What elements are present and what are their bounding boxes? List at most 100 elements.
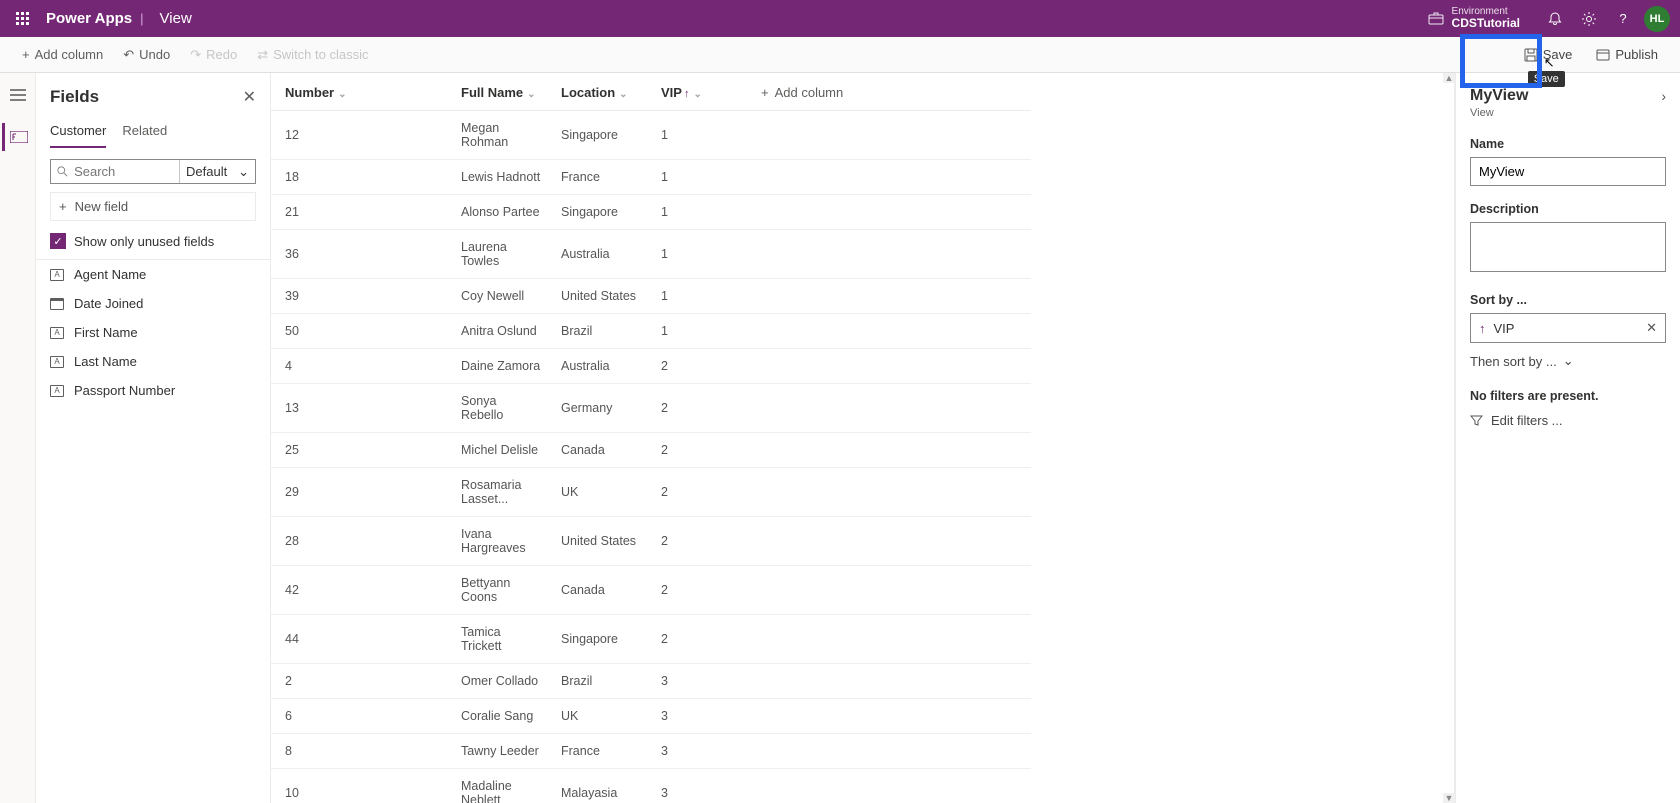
cell-empty [751, 314, 1031, 349]
tab-related[interactable]: Related [122, 119, 167, 148]
cell-number: 21 [271, 195, 451, 230]
app-launcher-button[interactable] [6, 3, 38, 35]
table-row[interactable]: 2Omer ColladoBrazil3 [271, 664, 1031, 699]
cell-number: 12 [271, 111, 451, 160]
cell-location: Brazil [551, 664, 651, 699]
cell-number: 25 [271, 433, 451, 468]
scroll-up-arrow[interactable]: ▲ [1443, 73, 1455, 83]
add-column-header-label: Add column [775, 85, 844, 100]
save-button[interactable]: Save ↖ Save [1512, 43, 1585, 66]
table-row[interactable]: 42Bettyann CoonsCanada2 [271, 566, 1031, 615]
show-unused-toggle[interactable]: ✓ Show only unused fields [36, 227, 270, 259]
description-input[interactable] [1470, 222, 1666, 272]
table-row[interactable]: 8Tawny LeederFrance3 [271, 734, 1031, 769]
column-header-vip[interactable]: VIP↑⌄ [651, 73, 751, 111]
table-row[interactable]: 4Daine ZamoraAustralia2 [271, 349, 1031, 384]
chevron-down-icon: ⌄ [619, 89, 627, 100]
table-row[interactable]: 44Tamica TrickettSingapore2 [271, 615, 1031, 664]
save-tooltip: Save [1528, 71, 1565, 87]
notifications-button[interactable] [1538, 2, 1572, 36]
environment-label: Environment [1452, 6, 1520, 17]
field-label: Last Name [74, 354, 137, 369]
name-field-label: Name [1470, 137, 1666, 151]
cell-number: 6 [271, 699, 451, 734]
undo-button[interactable]: ↶ Undo [115, 43, 178, 67]
remove-sort-button[interactable]: ✕ [1646, 320, 1657, 336]
user-avatar[interactable]: HL [1644, 6, 1670, 32]
settings-button[interactable] [1572, 2, 1606, 36]
add-column-header[interactable]: +Add column [751, 73, 1031, 111]
new-field-button[interactable]: + New field [50, 192, 256, 221]
redo-button[interactable]: ↷ Redo [182, 43, 245, 67]
table-row[interactable]: 10Madaline NeblettMalayasia3 [271, 769, 1031, 803]
switch-classic-button[interactable]: ⇄ Switch to classic [249, 43, 376, 67]
cell-empty [751, 566, 1031, 615]
column-header-number[interactable]: Number⌄ [271, 73, 451, 111]
chevron-down-icon: ⌄ [1563, 353, 1574, 369]
chevron-down-icon: ⌄ [238, 164, 249, 180]
text-icon: A [50, 356, 64, 368]
edit-filters-label: Edit filters ... [1491, 413, 1563, 428]
field-label: Passport Number [74, 383, 175, 398]
table-row[interactable]: 13Sonya RebelloGermany2 [271, 384, 1031, 433]
chevron-down-icon: ⌄ [527, 89, 535, 100]
waffle-icon [16, 12, 29, 25]
app-header: Power Apps | View Environment CDSTutoria… [0, 0, 1680, 37]
field-item[interactable]: AFirst Name [36, 318, 270, 347]
cell-location: France [551, 160, 651, 195]
table-row[interactable]: 12Megan RohmanSingapore1 [271, 111, 1031, 160]
cell-vip: 1 [651, 279, 751, 314]
table-row[interactable]: 36Laurena TowlesAustralia1 [271, 230, 1031, 279]
fields-panel-close[interactable]: ✕ [243, 87, 256, 107]
field-item[interactable]: Date Joined [36, 289, 270, 318]
fields-filter-default[interactable]: Default ⌄ [179, 160, 255, 183]
fields-search-input[interactable] [74, 164, 173, 179]
cell-full_name: Rosamaria Lasset... [451, 468, 551, 517]
rail-fields[interactable] [2, 123, 34, 151]
field-item[interactable]: A Last Name [36, 347, 270, 376]
environment-selector[interactable]: Environment CDSTutorial [1428, 6, 1520, 30]
table-scroll[interactable]: ▲ Number⌄ Full Name⌄ Location⌄ [271, 73, 1455, 803]
cell-empty [751, 699, 1031, 734]
cell-location: Canada [551, 566, 651, 615]
environment-icon [1428, 11, 1444, 27]
add-column-button[interactable]: + Add column [14, 43, 111, 66]
column-header-location[interactable]: Location⌄ [551, 73, 651, 111]
cell-vip: 3 [651, 769, 751, 803]
sort-chip[interactable]: ↑ VIP ✕ [1470, 313, 1666, 343]
table-row[interactable]: 18Lewis HadnottFrance1 [271, 160, 1031, 195]
table-row[interactable]: 39Coy NewellUnited States1 [271, 279, 1031, 314]
publish-icon [1596, 48, 1610, 62]
scroll-down-arrow[interactable]: ▼ [1443, 793, 1455, 803]
name-input[interactable] [1470, 157, 1666, 186]
table-row[interactable]: 6Coralie SangUK3 [271, 699, 1031, 734]
column-header-fullname[interactable]: Full Name⌄ [451, 73, 551, 111]
tab-customer[interactable]: Customer [50, 119, 106, 148]
cell-full_name: Coy Newell [451, 279, 551, 314]
bell-icon [1547, 11, 1563, 27]
table-row[interactable]: 50Anitra OslundBrazil1 [271, 314, 1031, 349]
field-item[interactable]: APassport Number [36, 376, 270, 405]
cell-location: Brazil [551, 314, 651, 349]
props-collapse-button[interactable]: › [1661, 88, 1666, 104]
cell-location: Singapore [551, 195, 651, 230]
table-row[interactable]: 29Rosamaria Lasset...UK2 [271, 468, 1031, 517]
new-field-label: New field [75, 199, 128, 214]
then-sort-button[interactable]: Then sort by ... ⌄ [1470, 353, 1666, 369]
cell-full_name: Michel Delisle [451, 433, 551, 468]
table-row[interactable]: 21Alonso ParteeSingapore1 [271, 195, 1031, 230]
cell-full_name: Tamica Trickett [451, 615, 551, 664]
table-row[interactable]: 25Michel DelisleCanada2 [271, 433, 1031, 468]
rail-hamburger[interactable] [2, 81, 34, 109]
cell-vip: 2 [651, 566, 751, 615]
fields-search[interactable] [51, 160, 179, 183]
help-button[interactable]: ? [1606, 2, 1640, 36]
cell-full_name: Omer Collado [451, 664, 551, 699]
cell-number: 44 [271, 615, 451, 664]
publish-button[interactable]: Publish [1588, 43, 1666, 66]
table-row[interactable]: 28Ivana HargreavesUnited States2 [271, 517, 1031, 566]
add-column-label: Add column [35, 47, 104, 62]
field-item[interactable]: AAgent Name [36, 260, 270, 289]
edit-filters-button[interactable]: Edit filters ... [1470, 413, 1666, 428]
cell-location: Australia [551, 230, 651, 279]
